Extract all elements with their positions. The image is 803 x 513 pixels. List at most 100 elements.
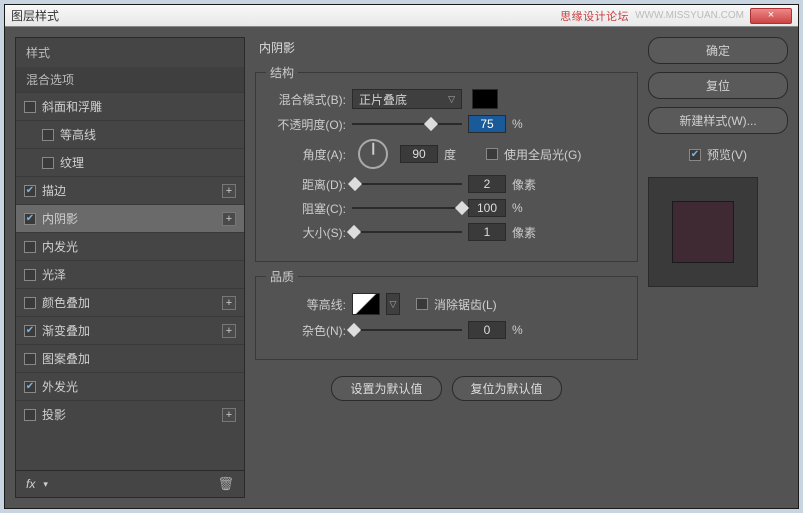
- chevron-down-icon: ▽: [390, 299, 397, 310]
- slider-thumb[interactable]: [347, 225, 361, 239]
- effect-checkbox[interactable]: [24, 213, 36, 225]
- distance-value[interactable]: 2: [468, 175, 506, 193]
- reset-default-button[interactable]: 复位为默认值: [452, 376, 562, 401]
- opacity-value[interactable]: 75: [468, 115, 506, 133]
- effect-checkbox[interactable]: [24, 269, 36, 281]
- fx-menu-caret[interactable]: ▾: [43, 479, 48, 490]
- noise-label: 杂色(N):: [268, 322, 346, 339]
- slider-thumb[interactable]: [424, 117, 438, 131]
- contour-dropdown[interactable]: ▽: [386, 293, 400, 315]
- distance-label: 距离(D):: [268, 176, 346, 193]
- effect-label: 等高线: [60, 126, 236, 143]
- contour-picker[interactable]: [352, 293, 380, 315]
- effect-checkbox[interactable]: [24, 185, 36, 197]
- opacity-label: 不透明度(O):: [268, 116, 346, 133]
- effect-checkbox[interactable]: [42, 129, 54, 141]
- size-slider[interactable]: [352, 225, 462, 239]
- effect-checkbox[interactable]: [24, 381, 36, 393]
- slider-thumb[interactable]: [455, 201, 469, 215]
- sidebar-item-8[interactable]: 渐变叠加 +: [16, 316, 244, 344]
- angle-value[interactable]: 90: [400, 145, 438, 163]
- blend-mode-select[interactable]: 正片叠底 ▽: [352, 89, 462, 109]
- structure-group: 结构 混合模式(B): 正片叠底 ▽ 不透明度(O): 75 % 角: [255, 72, 638, 262]
- sidebar-header: 样式: [16, 38, 244, 67]
- effect-label: 图案叠加: [42, 350, 236, 367]
- blending-options-item[interactable]: 混合选项: [16, 67, 244, 92]
- angle-label: 角度(A):: [268, 146, 346, 163]
- quality-legend: 品质: [266, 268, 298, 285]
- chevron-down-icon: ▽: [448, 94, 455, 105]
- preview-checkbox[interactable]: [689, 149, 701, 161]
- effect-title: 内阴影: [255, 37, 638, 58]
- sidebar-item-7[interactable]: 颜色叠加 +: [16, 288, 244, 316]
- blend-mode-value: 正片叠底: [359, 91, 407, 108]
- main-panel: 内阴影 结构 混合模式(B): 正片叠底 ▽ 不透明度(O): 75 %: [255, 37, 638, 498]
- sidebar-item-2[interactable]: 纹理: [16, 148, 244, 176]
- effect-label: 描边: [42, 182, 216, 199]
- watermark-text: 思缘设计论坛: [560, 8, 629, 24]
- ok-button[interactable]: 确定: [648, 37, 788, 64]
- sidebar-item-9[interactable]: 图案叠加: [16, 344, 244, 372]
- shadow-color-swatch[interactable]: [472, 89, 498, 109]
- slider-thumb[interactable]: [348, 177, 362, 191]
- add-instance-icon[interactable]: +: [222, 296, 236, 310]
- titlebar: 图层样式 思缘设计论坛 WWW.MISSYUAN.COM ×: [5, 5, 798, 27]
- preview-box: [648, 177, 758, 287]
- choke-slider[interactable]: [352, 201, 462, 215]
- angle-dial[interactable]: [358, 139, 388, 169]
- global-light-label: 使用全局光(G): [504, 146, 581, 163]
- effect-checkbox[interactable]: [24, 101, 36, 113]
- distance-slider[interactable]: [352, 177, 462, 191]
- effect-label: 投影: [42, 406, 216, 423]
- effect-label: 纹理: [60, 154, 236, 171]
- fx-icon[interactable]: fx: [26, 477, 35, 491]
- add-instance-icon[interactable]: +: [222, 408, 236, 422]
- effect-label: 内阴影: [42, 210, 216, 227]
- cancel-button[interactable]: 复位: [648, 72, 788, 99]
- structure-legend: 结构: [266, 64, 298, 81]
- effect-checkbox[interactable]: [24, 241, 36, 253]
- sidebar-item-6[interactable]: 光泽: [16, 260, 244, 288]
- styles-sidebar: 样式 混合选项 斜面和浮雕等高线纹理描边 + 内阴影 + 内发光光泽颜色叠加 + 渐变叠加 +…: [15, 37, 245, 498]
- size-value[interactable]: 1: [468, 223, 506, 241]
- choke-label: 阻塞(C):: [268, 200, 346, 217]
- add-instance-icon[interactable]: +: [222, 212, 236, 226]
- effect-label: 渐变叠加: [42, 322, 216, 339]
- sidebar-item-11[interactable]: 投影 +: [16, 400, 244, 428]
- effect-checkbox[interactable]: [24, 325, 36, 337]
- opacity-slider[interactable]: [352, 117, 462, 131]
- window-title: 图层样式: [11, 7, 560, 24]
- sidebar-item-3[interactable]: 描边 +: [16, 176, 244, 204]
- effect-label: 斜面和浮雕: [42, 98, 236, 115]
- right-panel: 确定 复位 新建样式(W)... 预览(V): [648, 37, 788, 498]
- close-button[interactable]: ×: [750, 8, 792, 24]
- effect-label: 颜色叠加: [42, 294, 216, 311]
- add-instance-icon[interactable]: +: [222, 184, 236, 198]
- sidebar-footer: fx ▾ 🗑: [16, 470, 244, 497]
- slider-thumb[interactable]: [347, 323, 361, 337]
- noise-value[interactable]: 0: [468, 321, 506, 339]
- preview-swatch: [672, 201, 734, 263]
- angle-unit: 度: [444, 146, 472, 163]
- antialias-checkbox[interactable]: [416, 298, 428, 310]
- sidebar-item-0[interactable]: 斜面和浮雕: [16, 92, 244, 120]
- opacity-unit: %: [512, 117, 540, 131]
- make-default-button[interactable]: 设置为默认值: [331, 376, 441, 401]
- choke-value[interactable]: 100: [468, 199, 506, 217]
- effect-checkbox[interactable]: [24, 353, 36, 365]
- add-instance-icon[interactable]: +: [222, 324, 236, 338]
- choke-unit: %: [512, 201, 540, 215]
- effect-checkbox[interactable]: [24, 409, 36, 421]
- sidebar-item-10[interactable]: 外发光: [16, 372, 244, 400]
- sidebar-item-5[interactable]: 内发光: [16, 232, 244, 260]
- sidebar-item-1[interactable]: 等高线: [16, 120, 244, 148]
- contour-label: 等高线:: [268, 296, 346, 313]
- new-style-button[interactable]: 新建样式(W)...: [648, 107, 788, 134]
- effect-checkbox[interactable]: [24, 297, 36, 309]
- trash-icon[interactable]: 🗑: [217, 476, 234, 492]
- preview-label: 预览(V): [707, 146, 747, 163]
- effect-checkbox[interactable]: [42, 157, 54, 169]
- sidebar-item-4[interactable]: 内阴影 +: [16, 204, 244, 232]
- global-light-checkbox[interactable]: [486, 148, 498, 160]
- noise-slider[interactable]: [352, 323, 462, 337]
